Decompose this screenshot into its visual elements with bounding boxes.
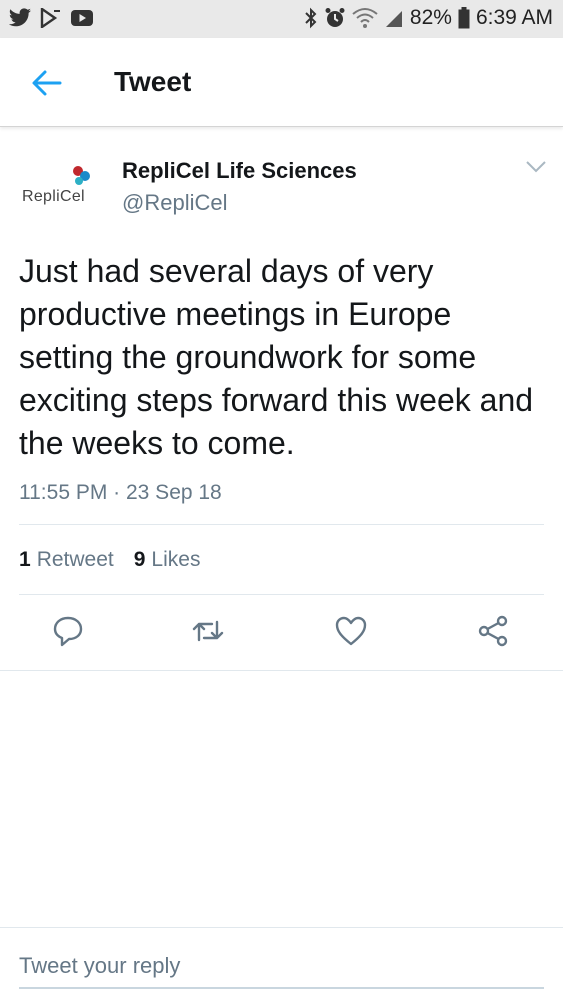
- engagement-stats: 1 Retweet 9 Likes: [19, 548, 200, 572]
- like-heart-icon[interactable]: [333, 613, 369, 649]
- alarm-icon: [325, 8, 345, 27]
- retweet-icon[interactable]: [190, 613, 226, 649]
- divider: [0, 670, 563, 671]
- play-store-icon: [40, 8, 60, 28]
- battery-percent: 82%: [409, 6, 452, 29]
- retweet-stat[interactable]: 1 Retweet: [19, 548, 114, 572]
- display-name[interactable]: RepliCel Life Sciences: [122, 158, 357, 184]
- replicel-logo-icon: [73, 166, 90, 185]
- reply-input[interactable]: Tweet your reply: [19, 953, 544, 989]
- back-arrow-icon[interactable]: [30, 66, 64, 100]
- likes-label: Likes: [151, 548, 201, 571]
- likes-stat[interactable]: 9 Likes: [134, 548, 201, 572]
- retweet-count: 1: [19, 548, 31, 571]
- notification-icons: [8, 8, 94, 28]
- share-icon[interactable]: [475, 613, 511, 649]
- user-handle[interactable]: @RepliCel: [122, 190, 227, 216]
- youtube-icon: [71, 10, 93, 26]
- divider: [0, 927, 563, 928]
- page-title: Tweet: [114, 66, 192, 97]
- tweet-timestamp: 11:55 PM · 23 Sep 18: [19, 481, 222, 504]
- tweet-text: Just had several days of very productive…: [19, 253, 534, 461]
- twitter-icon: [8, 8, 31, 27]
- avatar[interactable]: RepliCel: [18, 160, 106, 214]
- avatar-logo-text: RepliCel: [22, 188, 85, 205]
- divider: [19, 594, 544, 595]
- clock: 6:39 AM: [475, 6, 553, 29]
- battery-icon: [458, 7, 470, 29]
- divider: [19, 524, 544, 525]
- status-bar: 82% 6:39 AM: [0, 0, 563, 38]
- wifi-icon: [352, 8, 378, 28]
- signal-icon: [385, 11, 402, 27]
- like-count: 9: [133, 548, 146, 571]
- reply-icon[interactable]: [50, 613, 86, 649]
- chevron-down-icon[interactable]: [525, 160, 547, 174]
- app-bar: Tweet: [0, 38, 563, 127]
- bluetooth-icon: [305, 7, 317, 29]
- retweet-label: Retweet: [36, 548, 114, 571]
